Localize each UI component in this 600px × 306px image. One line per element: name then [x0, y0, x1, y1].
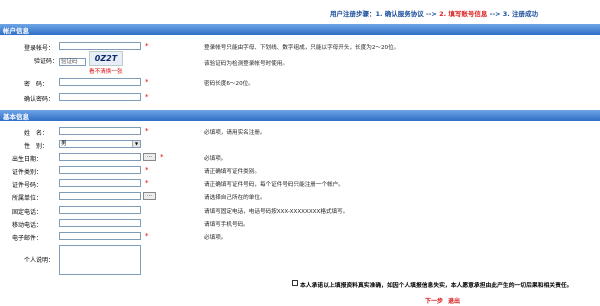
tel-label: 固定电话： — [12, 209, 43, 216]
mobile-label: 移动电话： — [12, 222, 43, 229]
tel-input[interactable] — [59, 206, 141, 214]
birth-hint: 必填项。 — [204, 156, 227, 162]
exit-button[interactable]: 退出 — [448, 296, 460, 305]
current-step: 2. 填写账号信息 — [439, 10, 488, 18]
email-label: 电子邮件： — [12, 235, 43, 242]
idtype-label: 证件类别： — [12, 169, 43, 176]
code-hint: 该验证码为检测登录帐号时使用。 — [204, 61, 288, 67]
login-hint: 登录帐号只能由字母、下划线、数字组成，只能以字母开头，长度为2～20位。 — [204, 45, 400, 51]
code-input[interactable]: 验证码 — [59, 58, 86, 66]
unit-browse-button[interactable]: … — [143, 192, 156, 200]
agree-checkbox[interactable] — [292, 280, 298, 286]
login-label: 登录帐号： — [24, 45, 55, 52]
basic-section-header: 基本信息 — [0, 110, 600, 121]
captcha-image[interactable]: 0Z2T — [89, 51, 123, 66]
idno-hint: 请正确填写证件号码，每个证件号码只能注册一个帐户。 — [204, 182, 344, 188]
required-mark: * — [145, 179, 149, 187]
idtype-hint: 请正确填写证件类别。 — [204, 169, 260, 175]
code-label: 验证码： — [34, 58, 59, 65]
required-mark: * — [145, 42, 149, 50]
password-hint: 密码长度6～20位。 — [204, 81, 254, 87]
refresh-code-link[interactable]: 看不清换一张 — [89, 67, 123, 75]
agree-text: 本人承诺以上填报资料真实准确，如因个人填报信息失实，本人愿意承担由此产生的一切后… — [300, 283, 573, 289]
password-label: 密 码： — [24, 81, 49, 88]
required-mark: * — [145, 78, 149, 86]
note-textarea[interactable] — [59, 245, 141, 275]
login-input[interactable] — [59, 42, 141, 50]
gender-label: 性 别： — [24, 143, 49, 150]
idno-label: 证件号码： — [12, 182, 43, 189]
name-hint: 必填项，请用实名注册。 — [204, 130, 266, 136]
confirm-password-label: 确认密码： — [24, 96, 55, 103]
mobile-input[interactable] — [59, 219, 141, 227]
chevron-down-icon: ▼ — [132, 141, 140, 147]
required-mark: * — [145, 93, 149, 101]
password-input[interactable] — [59, 78, 141, 86]
confirm-password-input[interactable] — [59, 93, 141, 101]
next-button[interactable]: 下一步 — [425, 296, 443, 305]
gender-select[interactable]: 男 ▼ — [59, 140, 141, 148]
name-label: 姓 名： — [24, 130, 49, 137]
birth-label: 出生日期： — [12, 156, 43, 163]
note-label: 个人说明： — [24, 257, 55, 264]
unit-label: 所属单位： — [12, 195, 43, 202]
birth-picker-button[interactable]: … — [143, 153, 156, 161]
required-mark: * — [145, 232, 149, 240]
idtype-input[interactable] — [59, 166, 141, 174]
mobile-hint: 请填写手机号码。 — [204, 222, 249, 228]
required-mark: * — [160, 153, 164, 161]
idno-input[interactable] — [59, 179, 141, 187]
unit-input[interactable] — [59, 192, 141, 200]
name-input[interactable] — [59, 127, 141, 135]
register-steps: 用户注册步骤：1. 确认服务协议 --> 2. 填写账号信息 --> 3. 注册… — [330, 10, 539, 18]
email-input[interactable] — [59, 232, 141, 240]
tel-hint: 请填写固定电话，电话号码按XXX-XXXXXXXX格式填写。 — [204, 209, 349, 215]
account-section-header: 帐户信息 — [0, 24, 600, 35]
birth-input[interactable] — [59, 153, 141, 161]
required-mark: * — [145, 166, 149, 174]
required-mark: * — [145, 127, 149, 135]
unit-hint: 请选择自己所在的单位。 — [204, 195, 266, 201]
email-hint: 必填项。 — [204, 235, 227, 241]
